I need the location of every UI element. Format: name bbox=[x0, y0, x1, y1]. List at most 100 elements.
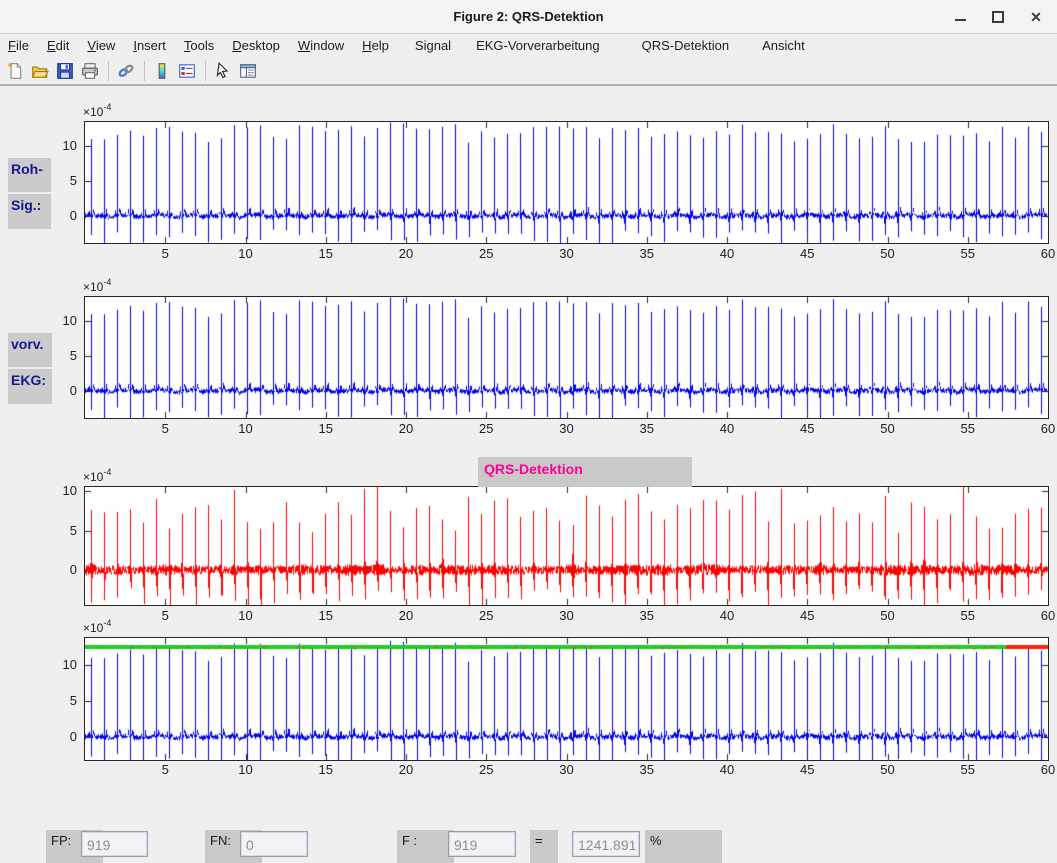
preprocessed-ecg-x-tick-label: 45 bbox=[790, 421, 824, 436]
menu-insert[interactable]: Insert bbox=[133, 38, 166, 53]
preprocessed-ecg-x-tick-label: 55 bbox=[951, 421, 985, 436]
raw-signal-x-tick-label: 55 bbox=[951, 246, 985, 261]
close-button[interactable]: ✕ bbox=[1029, 10, 1043, 24]
preprocessed-ecg-side-label: EKG: bbox=[8, 369, 52, 404]
detection-result-x-tick-label: 10 bbox=[229, 762, 263, 777]
raw-signal-x-tick-label: 45 bbox=[790, 246, 824, 261]
detection-result-y-tick-label: 5 bbox=[43, 693, 77, 708]
qrs-detection-plot[interactable] bbox=[85, 487, 1048, 605]
menu-ansicht[interactable]: Ansicht bbox=[762, 38, 805, 53]
menu-signal[interactable]: Signal bbox=[415, 38, 451, 53]
qrs-detection-x-tick-label: 40 bbox=[710, 608, 744, 623]
raw-signal-side-label: Roh- bbox=[8, 158, 51, 192]
window-controls: ✕ bbox=[953, 0, 1043, 33]
figure-window: Figure 2: QRS-Detektion ✕ File Edit View In… bbox=[0, 0, 1057, 863]
qrs-detection-x-tick-label: 5 bbox=[148, 608, 182, 623]
detection-result-x-tick-label: 55 bbox=[951, 762, 985, 777]
detection-result-x-tick-label: 20 bbox=[389, 762, 423, 777]
fn-field[interactable] bbox=[240, 831, 308, 857]
raw-signal-x-tick-label: 15 bbox=[309, 246, 343, 261]
raw-signal-x-tick-label: 50 bbox=[871, 246, 905, 261]
detection-result-exponent-label: ×10-4 bbox=[83, 619, 111, 635]
eq-field[interactable] bbox=[572, 831, 640, 857]
qrs-detection-y-tick-label: 10 bbox=[43, 483, 77, 498]
toolbar-separator bbox=[144, 61, 145, 81]
detection-result-y-tick-label: 0 bbox=[43, 729, 77, 744]
detection-result-x-tick-label: 60 bbox=[1031, 762, 1057, 777]
detection-result-x-tick-label: 25 bbox=[469, 762, 503, 777]
qrs-detection-x-tick-label: 20 bbox=[389, 608, 423, 623]
raw-signal-exponent-label: ×10-4 bbox=[83, 103, 111, 119]
close-icon: ✕ bbox=[1030, 10, 1042, 24]
preprocessed-ecg-x-tick-label: 25 bbox=[469, 421, 503, 436]
raw-signal-axes bbox=[84, 121, 1049, 244]
preprocessed-ecg-x-tick-label: 15 bbox=[309, 421, 343, 436]
qrs-detection-x-tick-label: 10 bbox=[229, 608, 263, 623]
qrs-detection-title: QRS-Detektion bbox=[478, 457, 692, 487]
qrs-detection-exponent-label: ×10-4 bbox=[83, 468, 111, 484]
insert-legend-icon[interactable] bbox=[176, 60, 198, 82]
percent-label: % bbox=[645, 830, 722, 863]
raw-signal-plot[interactable] bbox=[85, 122, 1048, 243]
f-field[interactable] bbox=[448, 831, 516, 857]
open-file-icon[interactable] bbox=[29, 60, 51, 82]
detection-result-plot[interactable] bbox=[85, 638, 1048, 760]
new-figure-icon[interactable] bbox=[4, 60, 26, 82]
property-editor-icon[interactable] bbox=[237, 60, 259, 82]
qrs-detection-x-tick-label: 60 bbox=[1031, 608, 1057, 623]
title-bar: Figure 2: QRS-Detektion ✕ bbox=[0, 0, 1057, 34]
qrs-detection-x-tick-label: 55 bbox=[951, 608, 985, 623]
menu-window[interactable]: Window bbox=[298, 38, 344, 53]
link-plot-icon[interactable] bbox=[115, 60, 137, 82]
toolbar-separator bbox=[205, 61, 206, 81]
maximize-button[interactable] bbox=[991, 10, 1005, 24]
menu-bar: File Edit View Insert Tools Desktop Window Help… bbox=[0, 34, 1057, 57]
maximize-icon bbox=[992, 11, 1004, 23]
qrs-detection-y-tick-label: 5 bbox=[43, 523, 77, 538]
detection-result-axes bbox=[84, 637, 1049, 761]
detection-result-x-tick-label: 40 bbox=[710, 762, 744, 777]
menu-file[interactable]: File bbox=[8, 38, 29, 53]
preprocessed-ecg-x-tick-label: 5 bbox=[148, 421, 182, 436]
menu-help[interactable]: Help bbox=[362, 38, 389, 53]
toolbar-separator bbox=[108, 61, 109, 81]
fp-field[interactable] bbox=[81, 831, 148, 857]
menu-view[interactable]: View bbox=[87, 38, 115, 53]
raw-signal-x-tick-label: 35 bbox=[630, 246, 664, 261]
detection-result-y-tick-label: 10 bbox=[43, 657, 77, 672]
raw-signal-x-tick-label: 20 bbox=[389, 246, 423, 261]
window-title: Figure 2: QRS-Detektion bbox=[453, 9, 603, 24]
detection-result-x-tick-label: 15 bbox=[309, 762, 343, 777]
menu-edit[interactable]: Edit bbox=[47, 38, 69, 53]
menu-desktop[interactable]: Desktop bbox=[232, 38, 280, 53]
f-label: F : bbox=[397, 830, 454, 863]
minimize-icon bbox=[955, 19, 966, 21]
print-figure-icon[interactable] bbox=[79, 60, 101, 82]
raw-signal-x-tick-label: 30 bbox=[550, 246, 584, 261]
preprocessed-ecg-y-tick-label: 10 bbox=[43, 313, 77, 328]
raw-signal-x-tick-label: 40 bbox=[710, 246, 744, 261]
qrs-detection-x-tick-label: 45 bbox=[790, 608, 824, 623]
menu-tools[interactable]: Tools bbox=[184, 38, 214, 53]
save-figure-icon[interactable] bbox=[54, 60, 76, 82]
raw-signal-x-tick-label: 25 bbox=[469, 246, 503, 261]
insert-colorbar-icon[interactable] bbox=[151, 60, 173, 82]
preprocessed-ecg-x-tick-label: 20 bbox=[389, 421, 423, 436]
minimize-button[interactable] bbox=[953, 10, 967, 24]
qrs-detection-x-tick-label: 15 bbox=[309, 608, 343, 623]
menu-qrs-detektion[interactable]: QRS-Detektion bbox=[642, 38, 729, 53]
menu-ekg-vorverarbeitung[interactable]: EKG-Vorverarbeitung bbox=[476, 38, 600, 53]
figure-canvas-area: ×10-4051051015202530354045505560Roh-Sig.… bbox=[0, 88, 1057, 863]
preprocessed-ecg-plot[interactable] bbox=[85, 297, 1048, 418]
raw-signal-side-label: Sig.: bbox=[8, 194, 51, 229]
preprocessed-ecg-x-tick-label: 40 bbox=[710, 421, 744, 436]
raw-signal-x-tick-label: 60 bbox=[1031, 246, 1057, 261]
toolbar bbox=[0, 57, 1057, 86]
raw-signal-x-tick-label: 10 bbox=[229, 246, 263, 261]
edit-plot-icon[interactable] bbox=[212, 60, 234, 82]
detection-result-x-tick-label: 30 bbox=[550, 762, 584, 777]
eq-label: = bbox=[530, 830, 558, 863]
qrs-detection-x-tick-label: 30 bbox=[550, 608, 584, 623]
qrs-detection-x-tick-label: 25 bbox=[469, 608, 503, 623]
preprocessed-ecg-x-tick-label: 30 bbox=[550, 421, 584, 436]
